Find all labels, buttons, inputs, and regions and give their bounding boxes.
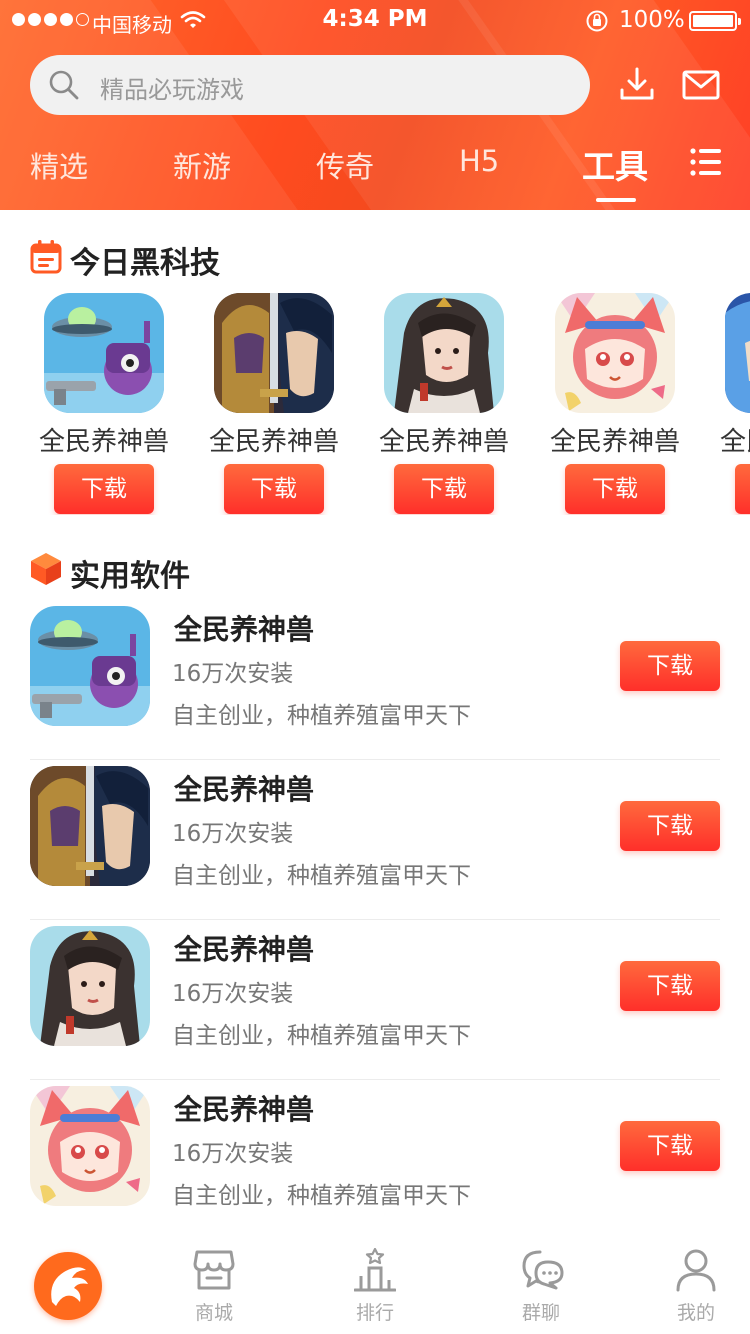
app-icon bbox=[30, 606, 150, 726]
download-button[interactable]: 下载 bbox=[620, 961, 720, 1011]
search-icon bbox=[49, 70, 79, 100]
tab-new-games[interactable]: 新游 bbox=[173, 144, 231, 186]
app-name: 全民养神兽 bbox=[549, 427, 680, 457]
tab-h5[interactable]: H5 bbox=[459, 144, 499, 178]
install-count: 16万次安装 bbox=[172, 661, 294, 687]
tab-legend[interactable]: 传奇 bbox=[316, 144, 374, 186]
battery-percent: 100% bbox=[619, 7, 685, 33]
list-item[interactable]: 全民养神兽 16万次安装 自主创业，种植养殖富甲天下 下载 bbox=[30, 600, 720, 760]
mail-icon[interactable] bbox=[682, 70, 720, 100]
app-name: 全民养神兽 bbox=[208, 427, 339, 457]
store-icon bbox=[193, 1250, 235, 1290]
app-name: 全民养神兽 bbox=[378, 427, 509, 457]
search-input[interactable]: 精品必玩游戏 bbox=[100, 70, 244, 105]
download-button[interactable]: 下载 bbox=[394, 464, 494, 514]
featured-app-card[interactable]: 全民养神兽 下载 bbox=[194, 290, 354, 514]
download-button[interactable]: 下载 bbox=[735, 464, 750, 514]
list-item[interactable]: 全民养神兽 16万次安装 自主创业，种植养殖富甲天下 下载 bbox=[30, 1080, 720, 1240]
install-count: 16万次安装 bbox=[172, 981, 294, 1007]
download-button[interactable]: 下载 bbox=[565, 464, 665, 514]
battery-icon bbox=[689, 11, 741, 31]
search-bar[interactable]: 精品必玩游戏 bbox=[30, 55, 590, 115]
app-icon bbox=[44, 293, 164, 413]
app-name: 全民养神兽 bbox=[38, 427, 169, 457]
featured-app-card[interactable]: 全民养神兽 下载 bbox=[24, 290, 184, 514]
app-icon bbox=[30, 926, 150, 1046]
install-count: 16万次安装 bbox=[172, 1141, 294, 1167]
category-tabs: 精选 新游 传奇 H5 工具 bbox=[0, 140, 750, 202]
tab-store-label: 商城 bbox=[194, 1302, 233, 1324]
app-icon bbox=[214, 293, 334, 413]
app-icon bbox=[555, 293, 675, 413]
list-item[interactable]: 全民养神兽 16万次安装 自主创业，种植养殖富甲天下 下载 bbox=[30, 760, 720, 920]
section-title-software: 实用软件 bbox=[70, 559, 190, 594]
download-button[interactable]: 下载 bbox=[620, 1121, 720, 1171]
download-icon[interactable] bbox=[619, 66, 655, 102]
download-button[interactable]: 下载 bbox=[620, 801, 720, 851]
featured-app-card[interactable]: 全民养神兽 下载 bbox=[705, 290, 750, 514]
tab-group-chat-label: 群聊 bbox=[521, 1302, 560, 1324]
app-description: 自主创业，种植养殖富甲天下 bbox=[172, 1023, 471, 1049]
tab-active-indicator bbox=[596, 198, 636, 202]
rotation-lock-icon bbox=[586, 10, 608, 32]
featured-app-card[interactable]: 全民养神兽 下载 bbox=[364, 290, 524, 514]
bottom-tab-bar: 商城 排行 群聊 我的 bbox=[0, 1234, 750, 1334]
dragon-logo-icon bbox=[51, 1267, 88, 1306]
tab-tools-label: 工具 bbox=[582, 147, 648, 186]
app-icon bbox=[30, 766, 150, 886]
featured-app-card[interactable]: 全民养神兽 下载 bbox=[535, 290, 695, 514]
tab-ranking-label: 排行 bbox=[355, 1302, 394, 1324]
list-item[interactable]: 全民养神兽 16万次安装 自主创业，种植养殖富甲天下 下载 bbox=[30, 920, 720, 1080]
app-icon bbox=[30, 1086, 150, 1206]
header: 中国移动 4:34 PM 100% 精品必玩游戏 精选 新游 传奇 H5 工具 bbox=[0, 0, 750, 210]
app-icon bbox=[725, 293, 750, 413]
software-list: 全民养神兽 16万次安装 自主创业，种植养殖富甲天下 下载 全民养神兽 16万次… bbox=[30, 600, 720, 1240]
app-description: 自主创业，种植养殖富甲天下 bbox=[172, 703, 471, 729]
app-description: 自主创业，种植养殖富甲天下 bbox=[172, 1183, 471, 1209]
app-name: 全民养神兽 bbox=[174, 773, 315, 806]
app-name: 全民养神兽 bbox=[174, 1093, 315, 1126]
chat-icon bbox=[522, 1250, 564, 1290]
app-icon bbox=[384, 293, 504, 413]
tab-tools[interactable]: 工具 bbox=[582, 140, 648, 202]
calendar-icon bbox=[30, 240, 62, 274]
app-name: 全民养神兽 bbox=[174, 933, 315, 966]
download-button[interactable]: 下载 bbox=[54, 464, 154, 514]
ranking-icon bbox=[354, 1248, 396, 1292]
tab-profile-label: 我的 bbox=[676, 1302, 715, 1324]
cube-icon bbox=[31, 553, 61, 585]
tab-featured[interactable]: 精选 bbox=[30, 144, 88, 186]
list-menu-icon[interactable] bbox=[690, 147, 722, 177]
section-title-featured: 今日黑科技 bbox=[70, 246, 220, 281]
profile-icon bbox=[676, 1249, 716, 1292]
app-name: 全民养神兽 bbox=[174, 613, 315, 646]
app-description: 自主创业，种植养殖富甲天下 bbox=[172, 863, 471, 889]
download-button[interactable]: 下载 bbox=[224, 464, 324, 514]
home-logo-icon[interactable] bbox=[34, 1252, 102, 1320]
download-button[interactable]: 下载 bbox=[620, 641, 720, 691]
status-bar: 中国移动 4:34 PM 100% bbox=[0, 0, 750, 40]
install-count: 16万次安装 bbox=[172, 821, 294, 847]
app-name: 全民养神兽 bbox=[719, 427, 750, 457]
featured-carousel[interactable]: 全民养神兽 下载 全民养神兽 下载 全民养神兽 下载 全民养神兽 下载 全民养神… bbox=[0, 290, 750, 515]
